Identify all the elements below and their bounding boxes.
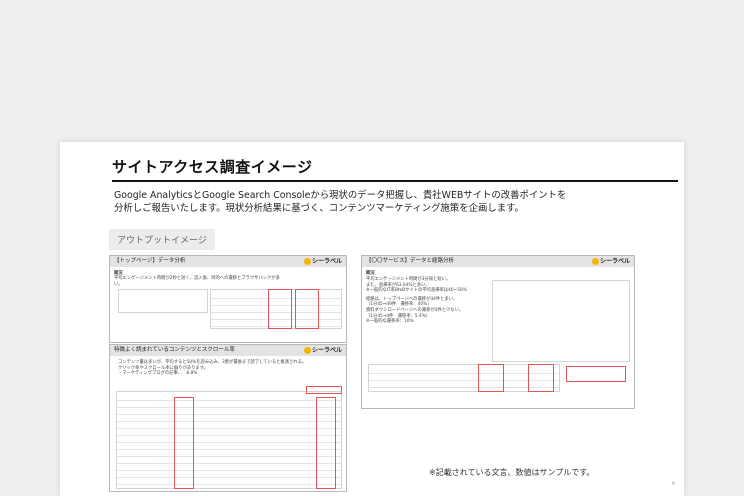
chart-placeholder xyxy=(118,289,208,313)
report-heading: 概況 xyxy=(366,271,375,276)
table-row-line xyxy=(117,456,341,457)
table-row-line xyxy=(117,435,341,436)
highlight-box xyxy=(566,366,626,382)
slide: サイトアクセス調査イメージ Google AnalyticsとGoogle Se… xyxy=(60,142,684,496)
table-row-line xyxy=(117,414,341,415)
path-diagram xyxy=(492,280,630,362)
highlight-box xyxy=(268,289,292,329)
table-row-line xyxy=(117,484,341,485)
table-row-line xyxy=(117,463,341,464)
title-rule xyxy=(112,180,678,182)
table-row-line xyxy=(117,442,341,443)
report-thumbnail-top-page: 【トップページ】データ分析 シーラベル 概況 平均エンゲージメント時間が2秒と短… xyxy=(109,255,347,343)
highlight-box xyxy=(528,364,554,392)
report-body: 平均エンゲージメント時間が3分弱と短い。 また、直帰率が63.64%と多い。 ※… xyxy=(366,277,467,325)
report-body: コンテンツ量は多いが、平均すると50%を読み込み、3割が最後まで読了していると推… xyxy=(118,360,307,377)
brand-logo: シーラベル xyxy=(303,346,342,355)
highlight-box xyxy=(316,397,336,489)
report-body: 平均エンゲージメント時間が2秒と短く、流入後、目的への遷移とブラウザバックが多い… xyxy=(114,276,280,287)
highlight-box xyxy=(174,397,194,489)
table-row-line xyxy=(117,400,341,401)
brand-logo: シーラベル xyxy=(591,257,630,266)
page-number: 9 xyxy=(672,482,675,487)
table-row-line xyxy=(117,477,341,478)
table-row-line xyxy=(117,428,341,429)
table-row-line xyxy=(117,470,341,471)
description-line-2: 分析しご報告いたします。現状分析結果に基づく、コンテンツマーケティング施策を企画… xyxy=(114,203,524,214)
output-image-tag: アウトプットイメージ xyxy=(109,229,215,250)
slide-title: サイトアクセス調査イメージ xyxy=(112,158,313,176)
report-thumbnail-content-scroll: 特徴よく読まれているコンテンツとスクロール率 シーラベル コンテンツ量は多いが、… xyxy=(109,344,347,492)
brand-logo: シーラベル xyxy=(303,257,342,266)
description-line-1: Google AnalyticsとGoogle Search Consoleから… xyxy=(114,190,567,201)
highlight-box xyxy=(478,364,504,392)
table-row-line xyxy=(117,407,341,408)
report-thumbnail-service-page: 【〇〇サービス】データと経路分析 シーラベル 概況 平均エンゲージメント時間が3… xyxy=(361,255,635,409)
data-table xyxy=(116,391,342,489)
table-row-line xyxy=(117,449,341,450)
sample-note: ※記載されている文言、数値はサンプルです。 xyxy=(429,468,595,477)
slide-description: Google AnalyticsとGoogle Search Consoleから… xyxy=(114,189,674,215)
highlight-box xyxy=(295,289,319,329)
highlight-box xyxy=(306,386,342,394)
table-row-line xyxy=(117,421,341,422)
